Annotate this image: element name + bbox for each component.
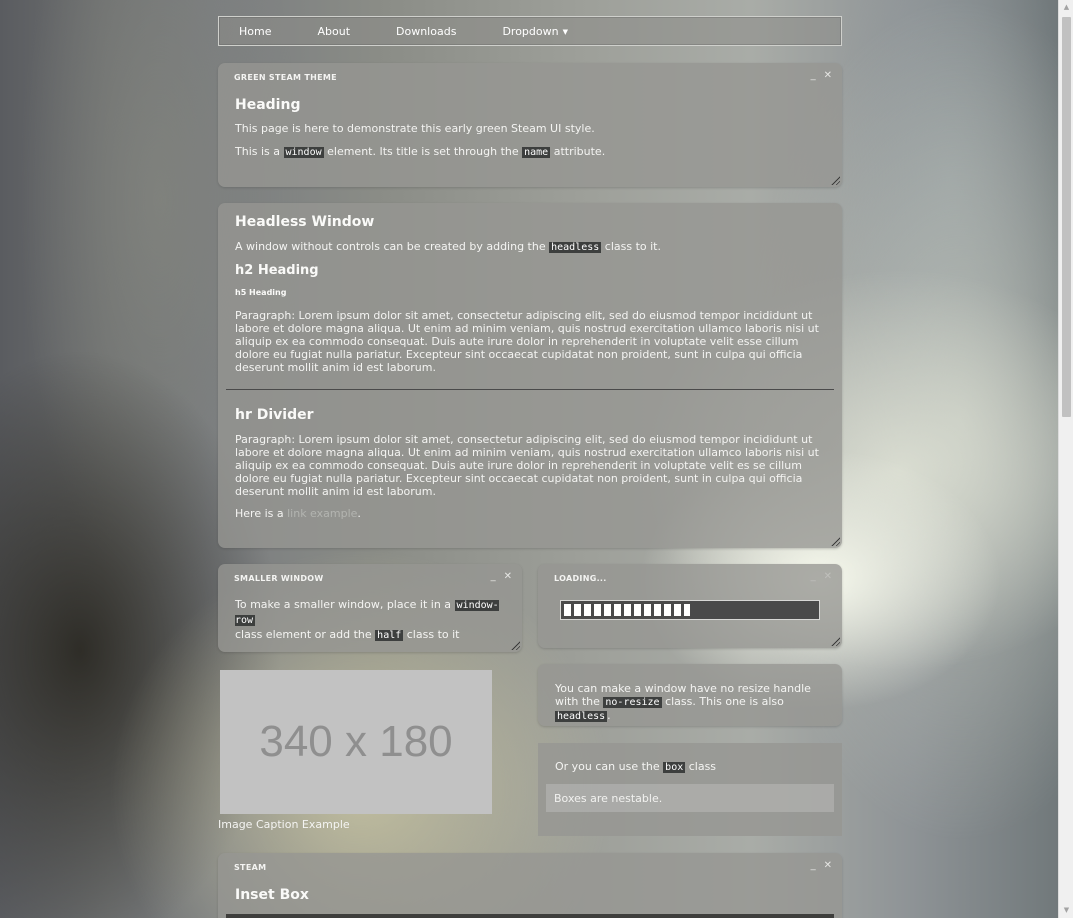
resize-handle-icon[interactable] xyxy=(510,640,520,650)
nav-downloads[interactable]: Downloads xyxy=(396,25,456,38)
nested-box: Boxes are nestable. xyxy=(546,784,834,812)
page-container: Home About Downloads Dropdown ▼ xyxy=(218,16,842,46)
text-segment: . xyxy=(357,507,361,520)
window-controls: _ ✕ xyxy=(803,70,832,81)
scrollbar-thumb[interactable] xyxy=(1062,17,1071,417)
box: Or you can use the box class Boxes are n… xyxy=(538,743,842,836)
progress-fill xyxy=(564,604,690,616)
minimize-icon[interactable]: _ xyxy=(811,70,816,81)
resize-handle-icon[interactable] xyxy=(830,175,840,185)
text-segment: This is a xyxy=(235,145,284,158)
text-segment: Here is a xyxy=(235,507,288,520)
resize-handle-icon[interactable] xyxy=(830,536,840,546)
text-segment: element. Its title is set through the xyxy=(323,145,523,158)
code-window: window xyxy=(283,147,324,158)
h5-heading: h5 Heading xyxy=(235,288,287,297)
text-segment: attribute. xyxy=(550,145,606,158)
headless-window: Headless Window A window without control… xyxy=(218,203,842,548)
loading-window: LOADING... _ ✕ xyxy=(538,564,842,648)
text-segment: . xyxy=(607,709,611,722)
text-segment: class element or add the xyxy=(235,628,376,641)
window-title: GREEN STEAM THEME xyxy=(234,73,337,82)
minimize-icon[interactable]: _ xyxy=(491,571,496,582)
code-name: name xyxy=(522,147,551,158)
code-headless: headless xyxy=(555,711,608,722)
window-body-lower: hr Divider Paragraph: Lorem ipsum dolor … xyxy=(235,407,826,520)
code-half: half xyxy=(375,630,404,641)
progress-bar xyxy=(560,600,820,620)
resize-handle-icon[interactable] xyxy=(830,636,840,646)
code-no-resize: no-resize xyxy=(603,697,662,708)
close-icon[interactable]: ✕ xyxy=(824,571,832,582)
window-body: To make a smaller window, place it in a … xyxy=(235,598,506,643)
window-body: Headless Window A window without control… xyxy=(235,214,826,374)
window-controls: _ ✕ xyxy=(483,571,512,582)
nav-home[interactable]: Home xyxy=(239,25,271,38)
smaller-window-text: To make a smaller window, place it in a … xyxy=(235,598,506,643)
box-text: Or you can use the box class xyxy=(555,760,716,774)
window-controls: _ ✕ xyxy=(803,571,832,582)
image-size-label: 340 x 180 xyxy=(259,717,453,766)
example-link[interactable]: link example xyxy=(287,507,357,520)
scroll-up-icon[interactable]: ▲ xyxy=(1059,0,1073,15)
link-paragraph: Here is a link example. xyxy=(235,507,826,520)
text-segment: class. This one is also xyxy=(661,695,784,708)
window-controls: _ ✕ xyxy=(803,860,832,871)
image-placeholder: 340 x 180 xyxy=(220,670,492,814)
page-scrollbar[interactable]: ▲ ▼ xyxy=(1058,0,1073,918)
close-icon[interactable]: ✕ xyxy=(824,860,832,871)
close-icon[interactable]: ✕ xyxy=(504,571,512,582)
inset-box-heading: Inset Box xyxy=(235,887,309,903)
heading: Heading xyxy=(235,97,301,113)
inset-box xyxy=(226,914,834,918)
green-steam-theme-window: GREEN STEAM THEME _ ✕ Heading This page i… xyxy=(218,63,842,187)
caret-down-icon: ▼ xyxy=(562,27,568,36)
text-segment: A window without controls can be created… xyxy=(235,240,550,253)
lorem-paragraph-1: Paragraph: Lorem ipsum dolor sit amet, c… xyxy=(235,309,819,374)
text-segment: To make a smaller window, place it in a xyxy=(235,598,455,611)
text-segment: class xyxy=(685,760,717,773)
lorem-paragraph-2: Paragraph: Lorem ipsum dolor sit amet, c… xyxy=(235,433,819,498)
window-body: You can make a window have no resize han… xyxy=(555,682,826,723)
hr-divider xyxy=(226,389,834,390)
minimize-icon[interactable]: _ xyxy=(811,860,816,871)
intro-text: This page is here to demonstrate this ea… xyxy=(235,122,595,135)
window-title: LOADING... xyxy=(554,574,607,583)
code-box: box xyxy=(663,762,686,773)
window-title: STEAM xyxy=(234,863,267,872)
window-body: Heading This page is here to demonstrate… xyxy=(235,97,826,159)
navbar: Home About Downloads Dropdown ▼ xyxy=(218,16,842,46)
nav-dropdown[interactable]: Dropdown ▼ xyxy=(502,25,568,38)
headless-description: A window without controls can be created… xyxy=(235,240,826,254)
text-segment: Or you can use the xyxy=(555,760,664,773)
no-resize-text: You can make a window have no resize han… xyxy=(555,682,826,723)
no-resize-window: You can make a window have no resize han… xyxy=(538,664,842,726)
headless-heading: Headless Window xyxy=(235,214,375,230)
text-segment: class to it. xyxy=(601,240,661,253)
image-caption: Image Caption Example xyxy=(218,818,350,831)
h2-heading: h2 Heading xyxy=(235,263,319,278)
nav-about[interactable]: About xyxy=(317,25,350,38)
nav-dropdown-label: Dropdown xyxy=(502,24,559,38)
nested-box-text: Boxes are nestable. xyxy=(554,792,663,805)
hr-divider-heading: hr Divider xyxy=(235,407,314,423)
text-segment: class to it xyxy=(403,628,460,641)
steam-window: STEAM _ ✕ Inset Box xyxy=(218,853,842,918)
window-title: SMALLER WINDOW xyxy=(234,574,324,583)
smaller-window: SMALLER WINDOW _ ✕ To make a smaller wind… xyxy=(218,564,522,652)
minimize-icon[interactable]: _ xyxy=(811,571,816,582)
code-headless: headless xyxy=(549,242,602,253)
close-icon[interactable]: ✕ xyxy=(824,70,832,81)
window-description: This is a window element. Its title is s… xyxy=(235,145,826,159)
window-body: Inset Box xyxy=(235,887,826,903)
scroll-down-icon[interactable]: ▼ xyxy=(1059,903,1073,918)
